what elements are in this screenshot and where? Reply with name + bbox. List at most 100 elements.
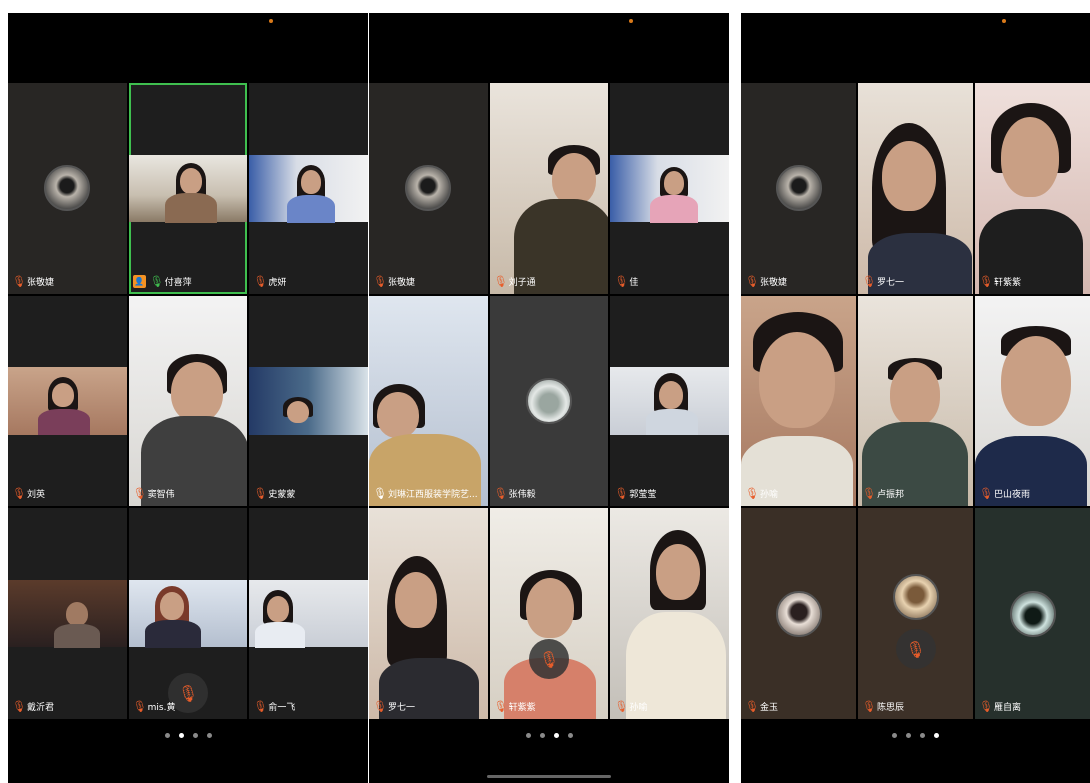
mic-muted-icon: 🎙 [745, 700, 759, 713]
page-dot-active[interactable] [178, 733, 184, 738]
participant-tile[interactable]: 🎙 张敬婕 [369, 83, 488, 294]
page-dot[interactable] [539, 733, 545, 738]
participant-name: 史蒙蒙 [268, 490, 296, 501]
participant-video [489, 508, 609, 719]
mic-muted-icon: 🎙 [979, 487, 993, 501]
participant-video [369, 295, 488, 507]
page-indicator[interactable] [8, 733, 368, 738]
participant-avatar [775, 590, 822, 637]
participant-name-tag: 🎙 巴山夜雨 [979, 487, 1030, 500]
participant-name-tag: 🎙 史蒙蒙 [253, 487, 295, 500]
participant-name: 郭莹莹 [629, 490, 657, 501]
page-dot-active[interactable] [553, 733, 559, 738]
participant-video [8, 579, 127, 648]
participant-tile[interactable]: 🎙 🎙 轩紫紫 [489, 508, 609, 719]
participant-name: 付喜萍 [164, 277, 192, 288]
participant-tile[interactable]: 🎙 俞一飞 [249, 508, 368, 719]
participant-tile[interactable]: 🎙 孙喻 [741, 295, 856, 507]
participant-name-tag: 🎙 郭莹莹 [614, 487, 656, 500]
participant-tile[interactable]: 🎙 张伟毅 [489, 295, 609, 507]
participant-tile[interactable]: 🎙 罗七一 [369, 508, 488, 719]
participant-video [369, 508, 488, 719]
page-indicator[interactable] [741, 733, 1090, 738]
participant-video [128, 295, 248, 507]
participant-name-tag: 🎙 孙喻 [614, 700, 647, 713]
participant-name-tag: 🎙 佳 [614, 275, 638, 288]
page-indicator[interactable] [369, 733, 729, 738]
participant-tile[interactable]: 🎙 史蒙蒙 [249, 295, 368, 507]
participant-tile[interactable]: 🎙 轩紫紫 [975, 83, 1090, 294]
mic-muted-icon: 🎙 [614, 700, 629, 713]
participant-name-tag: 🎙 金玉 [745, 700, 778, 713]
participant-tile[interactable]: 🎙 佳 [610, 83, 729, 294]
participant-name-tag: 🎙 轩紫紫 [979, 275, 1021, 288]
participant-video [249, 367, 368, 435]
participant-name: 张敬婕 [388, 277, 416, 288]
participant-tile[interactable]: 🎙 🎙 mis.黄 [128, 508, 248, 719]
participant-name-tag: 🎙 刘子通 [494, 275, 536, 288]
participant-tile[interactable]: 🎙 罗七一 [858, 83, 973, 294]
participant-name: 窦智伟 [147, 490, 175, 501]
page-dot[interactable] [906, 733, 911, 738]
mic-muted-icon: 🎙 [745, 274, 759, 288]
participant-name: 孙喻 [629, 703, 648, 713]
participant-name: 轩紫紫 [994, 277, 1022, 288]
page-dot[interactable] [525, 733, 531, 738]
participant-tile[interactable]: 🎙 窦智伟 [128, 295, 248, 507]
mic-muted-icon: 🎙 [253, 700, 268, 713]
participant-video [610, 154, 729, 223]
participant-video [489, 83, 609, 294]
participant-name: 戴沂君 [27, 703, 55, 713]
participant-tile[interactable]: 🎙 雁自离 [975, 508, 1090, 719]
participant-tile[interactable]: 🎙 郭莹莹 [610, 295, 729, 507]
participant-name: 巴山夜雨 [994, 490, 1031, 501]
page-dot[interactable] [192, 733, 198, 738]
home-indicator[interactable] [487, 775, 611, 778]
participant-video [741, 295, 856, 507]
participant-tile[interactable]: 🎙 卢振邦 [858, 295, 973, 507]
participant-tile[interactable]: 🎙 虎妍 [249, 83, 368, 294]
mic-muted-icon[interactable]: 🎙 [528, 639, 569, 679]
mic-muted-icon: 🎙 [12, 274, 26, 288]
participant-name-tag: 🎙 张敬婕 [12, 275, 54, 288]
participant-name-tag: 🎙 俞一飞 [253, 700, 295, 713]
mic-muted-icon: 🎙 [614, 487, 629, 501]
participant-tile[interactable]: 🎙 张敬婕 [8, 83, 127, 294]
page-dot[interactable] [567, 733, 573, 738]
page-dot[interactable] [892, 733, 897, 738]
participant-tile[interactable]: 🎙 戴沂君 [8, 508, 127, 719]
participant-avatar [525, 377, 572, 424]
participant-name: 罗七一 [388, 703, 416, 713]
meeting-panel-page-4: 🎙 张敬婕 🎙 罗七一 🎙 轩紫紫 🎙 孙喻 🎙 卢振邦 🎙 巴山夜雨 🎙 金玉… [741, 13, 1090, 783]
participant-tile[interactable]: 🎙 刘琳江西服装学院艺... [369, 295, 488, 507]
mic-muted-icon: 🎙 [862, 700, 876, 713]
participant-tile[interactable]: 🎙 金玉 [741, 508, 856, 719]
participant-tile-active-speaker[interactable]: 👤 🎙 付喜萍 [128, 83, 248, 294]
mic-muted-icon[interactable]: 🎙 [895, 629, 936, 669]
participant-tile[interactable]: 🎙 孙喻 [610, 508, 729, 719]
video-grid: 🎙 张敬婕 🎙 罗七一 🎙 轩紫紫 🎙 孙喻 🎙 卢振邦 🎙 巴山夜雨 🎙 金玉… [741, 83, 1090, 719]
participant-tile[interactable]: 🎙 巴山夜雨 [975, 295, 1090, 507]
participant-name: 张伟毅 [508, 490, 536, 501]
page-dot[interactable] [206, 733, 212, 738]
participant-avatar [1009, 590, 1056, 637]
participant-name-tag: 🎙 刘英 [12, 487, 45, 500]
mic-muted-icon: 🎙 [373, 274, 387, 288]
participant-name: 刘英 [27, 490, 46, 501]
mic-muted-icon: 🎙 [493, 700, 508, 713]
participant-tile[interactable]: 🎙 刘英 [8, 295, 127, 507]
mic-muted-icon: 🎙 [132, 700, 147, 713]
participant-name: 轩紫紫 [508, 703, 536, 713]
participant-tile[interactable]: 🎙 刘子通 [489, 83, 609, 294]
participant-tile[interactable]: 🎙 张敬婕 [741, 83, 856, 294]
page-dot[interactable] [920, 733, 925, 738]
camera-indicator [269, 19, 273, 23]
participant-name-tag: 🎙 孙喻 [745, 487, 778, 500]
participant-name-tag: 🎙 雁自离 [979, 700, 1021, 713]
participant-name: mis.黄 [147, 703, 176, 713]
page-dot[interactable] [164, 733, 170, 738]
participant-name-tag: 👤 🎙 付喜萍 [132, 274, 192, 288]
participant-video [858, 83, 973, 294]
participant-tile[interactable]: 🎙 🎙 陈思辰 [858, 508, 973, 719]
page-dot-active[interactable] [934, 733, 939, 738]
